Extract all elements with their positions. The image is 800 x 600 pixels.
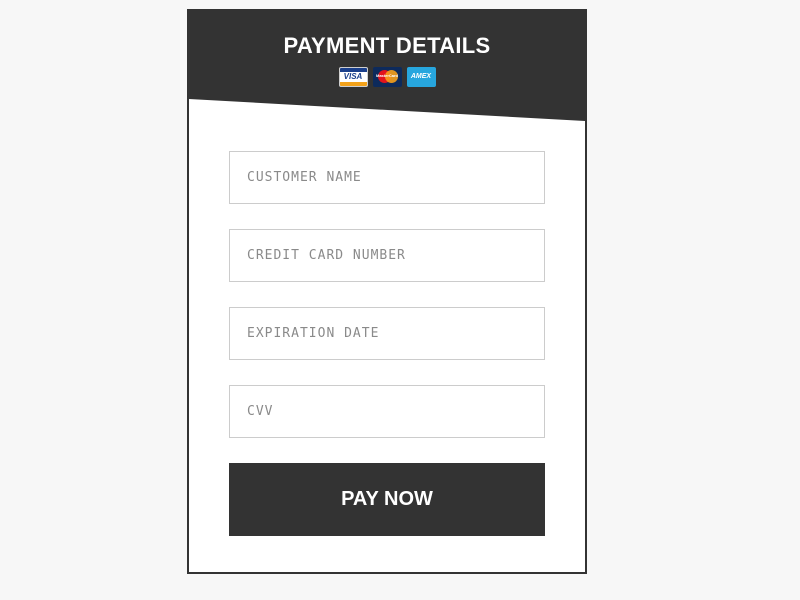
credit-card-number-input[interactable]	[229, 229, 545, 282]
visa-icon: VISA	[338, 67, 368, 87]
customer-name-input[interactable]	[229, 151, 545, 204]
page-title: PAYMENT DETAILS	[283, 33, 491, 58]
amex-icon: AMEX	[406, 67, 436, 87]
mastercard-icon: MasterCard	[372, 67, 402, 87]
payment-header	[189, 11, 585, 121]
payment-card: PAYMENT DETAILS VISA MasterCard AMEX PAY…	[187, 9, 587, 574]
pay-now-button[interactable]: PAY NOW	[229, 463, 545, 536]
expiration-date-input[interactable]	[229, 307, 545, 360]
card-logos: VISA MasterCard AMEX	[189, 67, 585, 87]
cvv-input[interactable]	[229, 385, 545, 438]
